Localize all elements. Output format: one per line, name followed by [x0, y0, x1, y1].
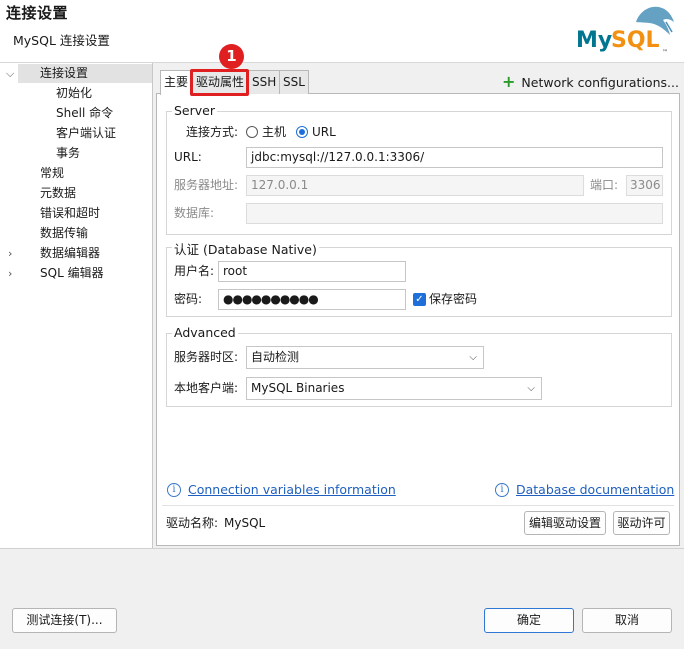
ok-button[interactable]: 确定 — [484, 608, 574, 633]
svg-text:SQL: SQL — [611, 28, 660, 53]
port-label: 端口: — [590, 178, 619, 192]
password-input[interactable]: ●●●●●●●●●● — [218, 289, 406, 310]
save-password-label: 保存密码 — [429, 292, 478, 306]
info-icon: i — [167, 483, 181, 497]
radio-url-label: URL — [312, 125, 336, 139]
username-label: 用户名: — [174, 264, 215, 278]
local-client-value: MySQL Binaries — [251, 381, 345, 395]
port-input[interactable]: 3306 — [626, 175, 663, 196]
chevron-right-icon[interactable]: › — [8, 264, 12, 283]
database-label: 数据库: — [174, 206, 215, 220]
connect-mode-label: 连接方式: — [186, 125, 239, 139]
local-client-label: 本地客户端: — [174, 381, 239, 395]
info-icon: i — [495, 483, 509, 497]
chevron-down-icon: ⌵ — [469, 352, 477, 363]
connection-variables-link[interactable]: Connection variables information — [188, 481, 396, 499]
tree-item-data-transfer[interactable]: 数据传输 — [40, 224, 88, 243]
radio-url[interactable] — [296, 126, 308, 138]
driver-name-label: 驱动名称: — [166, 516, 219, 530]
cancel-button[interactable]: 取消 — [582, 608, 672, 633]
tree-item-client-auth[interactable]: 客户端认证 — [56, 124, 116, 143]
server-group-title: Server — [172, 103, 217, 118]
local-client-select[interactable]: MySQL Binaries ⌵ — [246, 377, 542, 400]
database-documentation-link[interactable]: Database documentation — [516, 481, 674, 499]
auth-group-title: 认证 (Database Native) — [172, 239, 319, 258]
tree-item-transactions[interactable]: 事务 — [56, 144, 80, 163]
mysql-logo: My SQL ™ — [574, 2, 680, 58]
radio-host[interactable] — [246, 126, 258, 138]
driver-name-value: MySQL — [224, 516, 266, 530]
timezone-value: 自动检测 — [251, 350, 300, 364]
tree-item-errors-timeouts[interactable]: 错误和超时 — [40, 204, 100, 223]
url-input[interactable]: jdbc:mysql://127.0.0.1:3306/ — [246, 147, 663, 168]
tab-ssh[interactable]: SSH — [248, 70, 281, 94]
timezone-label: 服务器时区: — [174, 350, 239, 364]
driver-license-button[interactable]: 驱动许可 — [613, 511, 670, 535]
tab-ssl[interactable]: SSL — [279, 70, 309, 94]
tree-item-sql-editor[interactable]: SQL 编辑器 — [40, 264, 104, 283]
host-label: 服务器地址: — [174, 178, 239, 192]
username-input[interactable]: root — [218, 261, 406, 282]
advanced-group-title: Advanced — [172, 325, 238, 340]
tree-item-data-editor[interactable]: 数据编辑器 — [40, 244, 100, 263]
dialog-title: 连接设置 — [6, 4, 69, 22]
chevron-right-icon[interactable]: › — [8, 244, 12, 263]
tree-item-init[interactable]: 初始化 — [56, 84, 92, 103]
footer-divider — [0, 548, 684, 549]
password-label: 密码: — [174, 292, 203, 306]
chevron-down-icon[interactable]: ⌵ — [6, 64, 14, 83]
tree-item-general[interactable]: 常规 — [40, 164, 64, 183]
timezone-select[interactable]: 自动检测 ⌵ — [246, 346, 484, 369]
tab-main[interactable]: 主要 — [160, 70, 193, 95]
radio-host-label: 主机 — [262, 125, 287, 139]
tree-item-metadata[interactable]: 元数据 — [40, 184, 76, 203]
url-label: URL: — [174, 150, 202, 164]
host-input[interactable]: 127.0.0.1 — [246, 175, 584, 196]
edit-driver-settings-button[interactable]: 编辑驱动设置 — [524, 511, 606, 535]
plus-icon: + — [502, 72, 516, 91]
driver-divider — [162, 505, 674, 506]
chevron-down-icon: ⌵ — [527, 383, 535, 394]
tree-item-connection-settings[interactable]: 连接设置 — [18, 64, 152, 83]
svg-text:™: ™ — [662, 49, 668, 56]
test-connection-button[interactable]: 测试连接(T)... — [12, 608, 117, 633]
annotation-highlight-box — [190, 69, 249, 96]
save-password-checkbox[interactable]: ✓ — [413, 293, 426, 306]
dialog-subtitle: MySQL 连接设置 — [13, 33, 110, 48]
annotation-marker-badge: 1 — [219, 44, 244, 69]
network-configurations-label: Network configurations... — [521, 75, 679, 90]
tree-item-shell-commands[interactable]: Shell 命令 — [56, 104, 113, 123]
network-configurations-button[interactable]: + Network configurations... — [502, 72, 679, 92]
svg-text:My: My — [576, 28, 612, 53]
database-input[interactable] — [246, 203, 663, 224]
